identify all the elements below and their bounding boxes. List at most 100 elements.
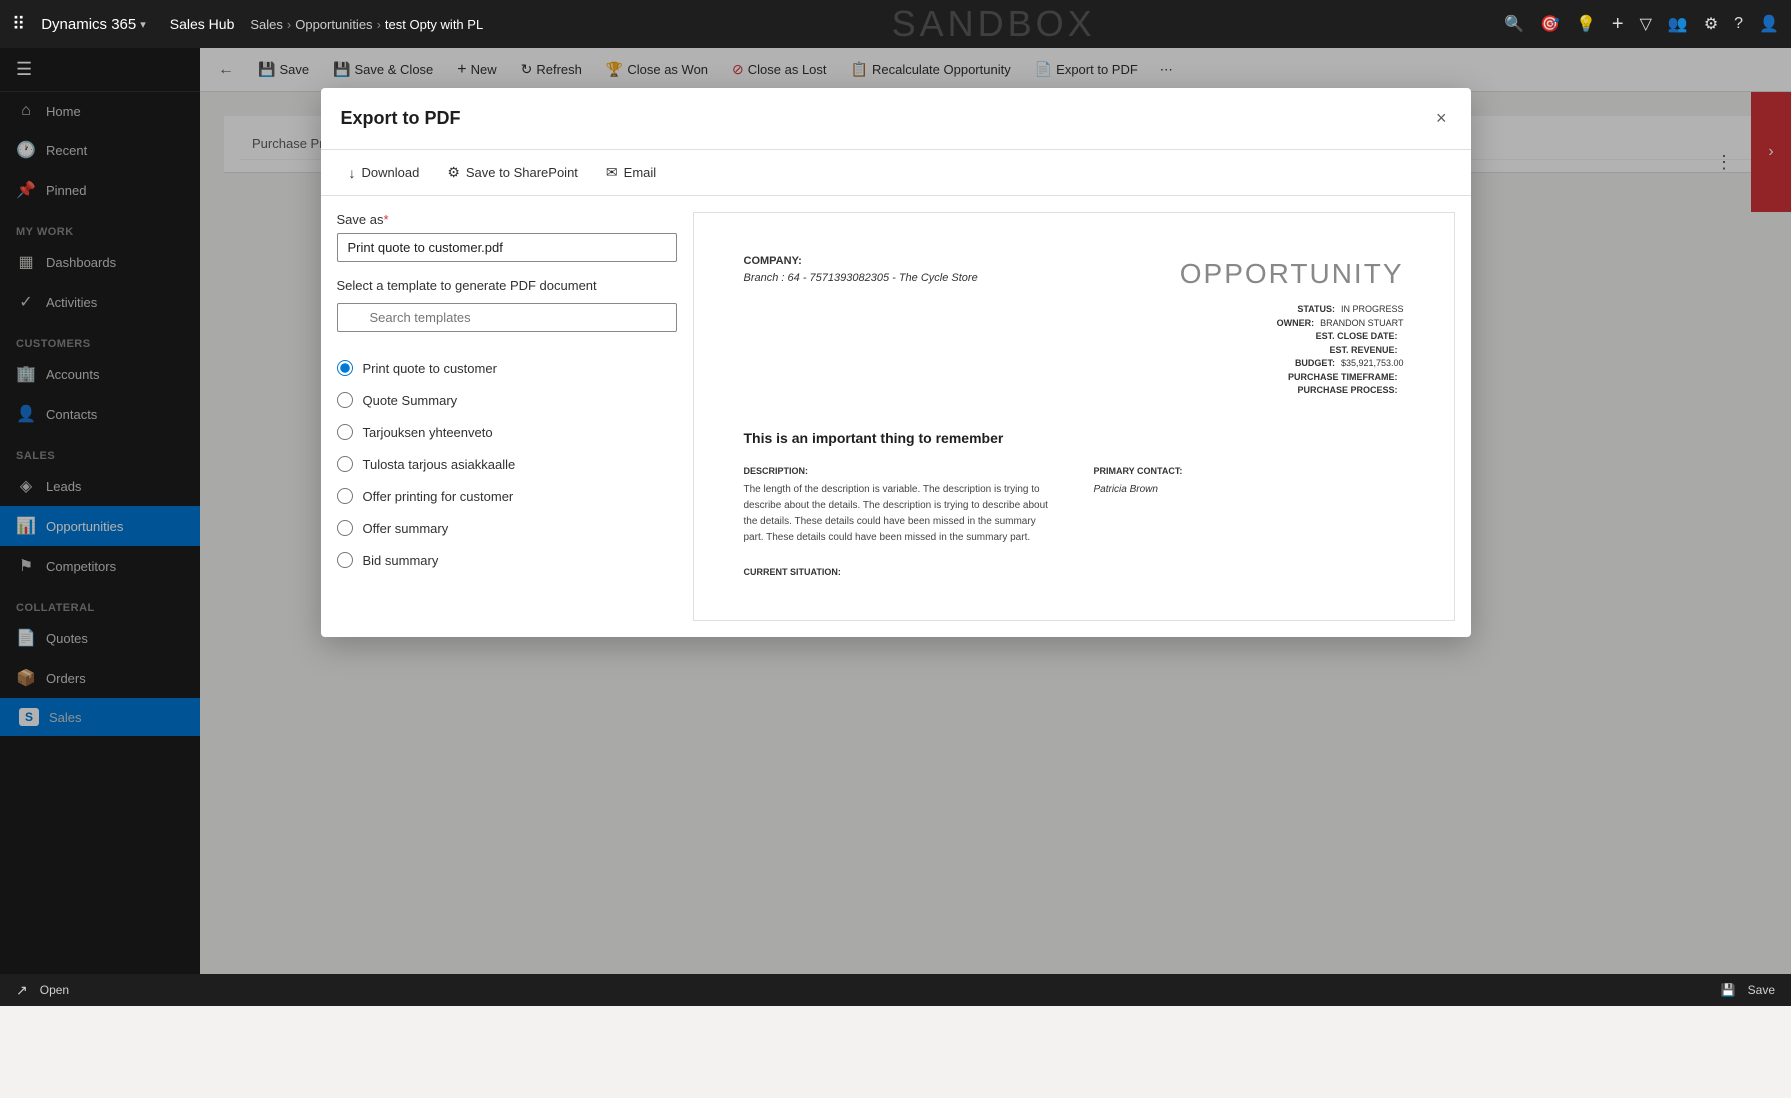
breadcrumb-sep2: ›: [377, 17, 381, 32]
modal-left-panel: Save as* Select a template to generate P…: [337, 212, 677, 621]
preview-content: COMPANY: Branch : 64 - 7571393082305 - T…: [694, 213, 1454, 620]
filter-icon[interactable]: ▽: [1640, 14, 1652, 34]
template-label-bid-summary: Bid summary: [363, 553, 439, 568]
template-option-print-quote[interactable]: Print quote to customer: [337, 356, 677, 380]
template-option-offer-summary[interactable]: Offer summary: [337, 516, 677, 540]
template-option-offer-printing[interactable]: Offer printing for customer: [337, 484, 677, 508]
status-bar-left: ↗ Open: [16, 982, 69, 999]
owner-label: OWNER:: [1277, 317, 1315, 331]
budget-label: BUDGET:: [1295, 357, 1335, 371]
save-as-input[interactable]: [337, 233, 677, 262]
meta-row-budget: BUDGET: $35,921,753.00: [1180, 357, 1404, 371]
modal-close-button[interactable]: ×: [1432, 104, 1451, 133]
template-radio-tarjouksen[interactable]: [337, 424, 353, 440]
est-close-label: EST. CLOSE DATE:: [1316, 330, 1398, 344]
modal-toolbar: ↓ Download ⚙ Save to SharePoint ✉ Email: [321, 150, 1471, 196]
template-radio-tulosta[interactable]: [337, 456, 353, 472]
purchase-process-preview-label: PURCHASE PROCESS:: [1297, 384, 1397, 398]
search-wrapper: 🔍: [337, 303, 677, 344]
meta-row-est-close: EST. CLOSE DATE:: [1180, 330, 1404, 344]
template-list: Print quote to customer Quote Summary Ta…: [337, 356, 677, 572]
template-radio-bid-summary[interactable]: [337, 552, 353, 568]
breadcrumb-current: test Opty with PL: [385, 17, 483, 32]
status-bar: ↗ Open 💾 Save: [0, 974, 1791, 1006]
template-radio-offer-printing[interactable]: [337, 488, 353, 504]
template-option-tulosta[interactable]: Tulosta tarjous asiakkaalle: [337, 452, 677, 476]
email-button[interactable]: ✉ Email: [594, 158, 668, 187]
breadcrumb-sep1: ›: [287, 17, 291, 32]
status-label: STATUS:: [1297, 303, 1335, 317]
people-icon[interactable]: 👥: [1668, 14, 1688, 34]
template-label-quote-summary: Quote Summary: [363, 393, 458, 408]
lightbulb-icon[interactable]: 💡: [1576, 14, 1596, 34]
email-label: Email: [624, 165, 657, 180]
status-open-label[interactable]: Open: [40, 983, 69, 997]
help-icon[interactable]: ?: [1734, 15, 1743, 33]
template-label-tulosta: Tulosta tarjous asiakkaalle: [363, 457, 516, 472]
template-radio-quote-summary[interactable]: [337, 392, 353, 408]
preview-doc-header: COMPANY: Branch : 64 - 7571393082305 - T…: [744, 253, 1404, 398]
template-label-offer-printing: Offer printing for customer: [363, 489, 514, 504]
template-radio-print-quote[interactable]: [337, 360, 353, 376]
est-revenue-label: EST. REVENUE:: [1329, 344, 1397, 358]
brand-chevron: ▾: [140, 18, 146, 31]
primary-contact-label: PRIMARY CONTACT:: [1094, 465, 1404, 479]
sharepoint-icon: ⚙: [447, 164, 460, 181]
email-icon: ✉: [606, 164, 618, 181]
modal-header: Export to PDF ×: [321, 88, 1471, 150]
company-value: Branch : 64 - 7571393082305 - The Cycle …: [744, 270, 978, 287]
preview-col-contact: PRIMARY CONTACT: Patricia Brown: [1094, 465, 1404, 547]
template-option-quote-summary[interactable]: Quote Summary: [337, 388, 677, 412]
save-as-label: Save as*: [337, 212, 677, 227]
goal-icon[interactable]: 🎯: [1540, 14, 1560, 34]
primary-contact-value: Patricia Brown: [1094, 482, 1404, 497]
preview-meta: STATUS: IN PROGRESS OWNER: BRANDON STUAR…: [1180, 303, 1404, 398]
meta-row-purchase-process: PURCHASE PROCESS:: [1180, 384, 1404, 398]
current-situation-label: CURRENT SITUATION:: [744, 566, 1404, 580]
meta-row-status: STATUS: IN PROGRESS: [1180, 303, 1404, 317]
preview-two-col: DESCRIPTION: The length of the descripti…: [744, 465, 1404, 547]
breadcrumb-opportunities[interactable]: Opportunities: [295, 17, 372, 32]
meta-row-purchase-timeframe: PURCHASE TIMEFRAME:: [1180, 371, 1404, 385]
download-icon: ↓: [349, 165, 356, 181]
meta-row-owner: OWNER: BRANDON STUART: [1180, 317, 1404, 331]
breadcrumb-sales[interactable]: Sales: [250, 17, 283, 32]
template-option-bid-summary[interactable]: Bid summary: [337, 548, 677, 572]
preview-current-situation: CURRENT SITUATION:: [744, 566, 1404, 580]
download-button[interactable]: ↓ Download: [337, 159, 432, 187]
download-label: Download: [362, 165, 420, 180]
status-open-icon: ↗: [16, 982, 28, 999]
description-text: The length of the description is variabl…: [744, 482, 1054, 546]
search-icon[interactable]: 🔍: [1504, 14, 1524, 34]
modal-body: Save as* Select a template to generate P…: [321, 196, 1471, 637]
template-label-offer-summary: Offer summary: [363, 521, 449, 536]
modal-right-preview[interactable]: COMPANY: Branch : 64 - 7571393082305 - T…: [693, 212, 1455, 621]
search-templates-input[interactable]: [337, 303, 677, 332]
preview-opp-block: OPPORTUNITY STATUS: IN PROGRESS OWNER: B…: [1180, 253, 1404, 398]
export-pdf-modal: Export to PDF × ↓ Download ⚙ Save to Sha…: [321, 88, 1471, 637]
description-label: DESCRIPTION:: [744, 465, 1054, 479]
waffle-icon[interactable]: ⠿: [12, 14, 25, 35]
add-icon[interactable]: +: [1612, 13, 1624, 36]
template-option-tarjouksen[interactable]: Tarjouksen yhteenveto: [337, 420, 677, 444]
settings-icon[interactable]: ⚙: [1704, 14, 1718, 34]
status-save-label[interactable]: Save: [1748, 983, 1775, 997]
user-icon[interactable]: 👤: [1759, 14, 1779, 34]
top-nav: ⠿ Dynamics 365 ▾ Sales Hub Sales › Oppor…: [0, 0, 1791, 48]
preview-opp-title: OPPORTUNITY: [1180, 253, 1404, 295]
modal-title: Export to PDF: [341, 108, 461, 129]
brand[interactable]: Dynamics 365 ▾: [41, 16, 146, 33]
save-sharepoint-button[interactable]: ⚙ Save to SharePoint: [435, 158, 590, 187]
company-label: COMPANY:: [744, 253, 978, 270]
purchase-timeframe-label: PURCHASE TIMEFRAME:: [1288, 371, 1398, 385]
template-section-label: Select a template to generate PDF docume…: [337, 278, 677, 293]
sandbox-title: SANDBOX: [491, 3, 1496, 45]
status-bar-right: 💾 Save: [1721, 983, 1775, 997]
breadcrumb: Sales › Opportunities › test Opty with P…: [250, 17, 483, 32]
owner-value: BRANDON STUART: [1320, 317, 1403, 331]
status-value: IN PROGRESS: [1341, 303, 1404, 317]
status-save-icon: 💾: [1721, 983, 1736, 997]
template-radio-offer-summary[interactable]: [337, 520, 353, 536]
template-label-print-quote: Print quote to customer: [363, 361, 497, 376]
template-label-tarjouksen: Tarjouksen yhteenveto: [363, 425, 493, 440]
